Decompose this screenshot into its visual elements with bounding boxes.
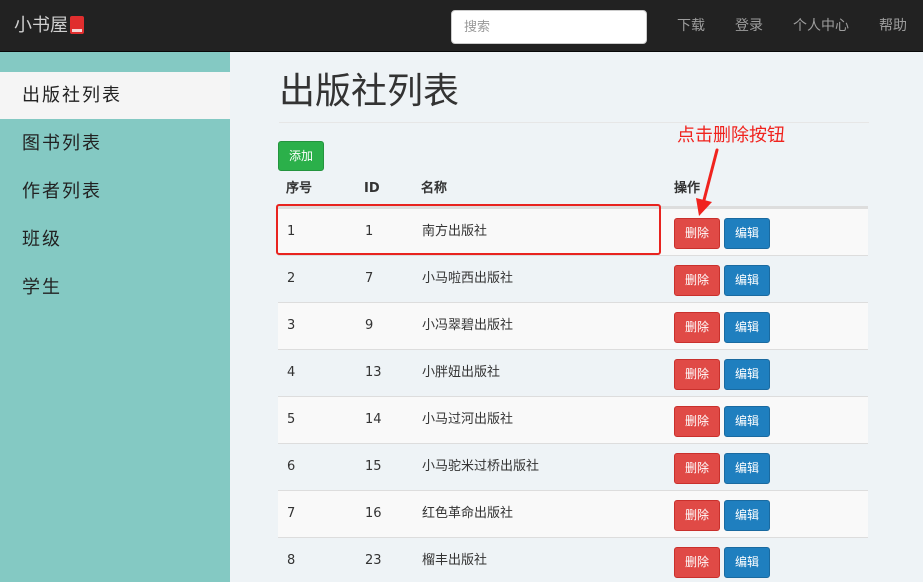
nav-link-profile[interactable]: 个人中心 bbox=[793, 17, 849, 35]
search-input[interactable] bbox=[451, 10, 647, 44]
column-header-id: ID bbox=[364, 181, 380, 196]
sidebar: 出版社列表 图书列表 作者列表 班级 学生 bbox=[0, 52, 230, 582]
edit-button[interactable]: 编辑 bbox=[724, 312, 770, 343]
table-row: 3 9 小冯翠碧出版社 删除 编辑 bbox=[278, 302, 868, 349]
row-id: 14 bbox=[365, 412, 382, 427]
nav-link-download[interactable]: 下载 bbox=[677, 17, 705, 35]
row-id: 7 bbox=[365, 271, 374, 286]
title-divider bbox=[279, 122, 869, 123]
table-row: 5 14 小马过河出版社 删除 编辑 bbox=[278, 396, 868, 443]
table-row: 2 7 小马啦西出版社 删除 编辑 bbox=[278, 255, 868, 302]
delete-button[interactable]: 删除 bbox=[674, 500, 720, 531]
table-row: 7 16 红色革命出版社 删除 编辑 bbox=[278, 490, 868, 537]
column-header-actions: 操作 bbox=[674, 181, 701, 196]
delete-button[interactable]: 删除 bbox=[674, 453, 720, 484]
row-index: 2 bbox=[287, 271, 296, 286]
edit-button[interactable]: 编辑 bbox=[724, 453, 770, 484]
row-name: 小马驼米过桥出版社 bbox=[422, 459, 540, 474]
brand-label: 小书屋 bbox=[14, 15, 68, 36]
nav-link-help[interactable]: 帮助 bbox=[879, 17, 907, 35]
row-name: 小胖妞出版社 bbox=[422, 365, 501, 380]
table-row: 8 23 榴丰出版社 删除 编辑 bbox=[278, 537, 868, 582]
row-id: 13 bbox=[365, 365, 382, 380]
row-id: 9 bbox=[365, 318, 374, 333]
row-index: 3 bbox=[287, 318, 296, 333]
column-header-index: 序号 bbox=[286, 181, 313, 196]
sidebar-item-students[interactable]: 学生 bbox=[0, 264, 230, 311]
main-content: 出版社列表 添加 序号 ID 名称 操作 1 1 南方出版社 删除 编辑 2 7 小马啦西出版… bbox=[230, 52, 923, 582]
table-row: 4 13 小胖妞出版社 删除 编辑 bbox=[278, 349, 868, 396]
table-row: 6 15 小马驼米过桥出版社 删除 编辑 bbox=[278, 443, 868, 490]
row-index: 8 bbox=[287, 553, 296, 568]
delete-button[interactable]: 删除 bbox=[674, 406, 720, 437]
delete-button[interactable]: 删除 bbox=[674, 218, 720, 249]
delete-button[interactable]: 删除 bbox=[674, 265, 720, 296]
row-name: 小冯翠碧出版社 bbox=[422, 318, 514, 333]
row-id: 23 bbox=[365, 553, 382, 568]
row-id: 15 bbox=[365, 459, 382, 474]
book-icon bbox=[70, 16, 84, 34]
row-name: 榴丰出版社 bbox=[422, 553, 488, 568]
annotation-callout: 点击删除按钮 bbox=[677, 125, 785, 146]
sidebar-item-classes[interactable]: 班级 bbox=[0, 216, 230, 263]
row-name: 小马啦西出版社 bbox=[422, 271, 514, 286]
row-index: 4 bbox=[287, 365, 296, 380]
row-index: 5 bbox=[287, 412, 296, 427]
row-name: 小马过河出版社 bbox=[422, 412, 514, 427]
edit-button[interactable]: 编辑 bbox=[724, 500, 770, 531]
edit-button[interactable]: 编辑 bbox=[724, 265, 770, 296]
delete-button[interactable]: 删除 bbox=[674, 547, 720, 578]
edit-button[interactable]: 编辑 bbox=[724, 359, 770, 390]
delete-button[interactable]: 删除 bbox=[674, 312, 720, 343]
row-id: 1 bbox=[365, 224, 374, 239]
brand-link[interactable]: 小书屋 bbox=[14, 14, 84, 38]
edit-button[interactable]: 编辑 bbox=[724, 547, 770, 578]
sidebar-item-authors[interactable]: 作者列表 bbox=[0, 168, 230, 215]
top-navbar: 小书屋 下载 登录 个人中心 帮助 bbox=[0, 0, 923, 52]
row-index: 7 bbox=[287, 506, 296, 521]
row-id: 16 bbox=[365, 506, 382, 521]
row-name: 红色革命出版社 bbox=[422, 506, 514, 521]
row-name: 南方出版社 bbox=[422, 224, 488, 239]
row-index: 6 bbox=[287, 459, 296, 474]
table-row: 1 1 南方出版社 删除 编辑 bbox=[278, 208, 868, 255]
sidebar-item-books[interactable]: 图书列表 bbox=[0, 120, 230, 167]
column-header-name: 名称 bbox=[421, 181, 448, 196]
delete-button[interactable]: 删除 bbox=[674, 359, 720, 390]
edit-button[interactable]: 编辑 bbox=[724, 406, 770, 437]
nav-link-login[interactable]: 登录 bbox=[735, 17, 763, 35]
edit-button[interactable]: 编辑 bbox=[724, 218, 770, 249]
add-button[interactable]: 添加 bbox=[278, 141, 324, 171]
row-index: 1 bbox=[287, 224, 296, 239]
page-title: 出版社列表 bbox=[279, 71, 460, 112]
sidebar-item-publishers[interactable]: 出版社列表 bbox=[0, 72, 230, 119]
